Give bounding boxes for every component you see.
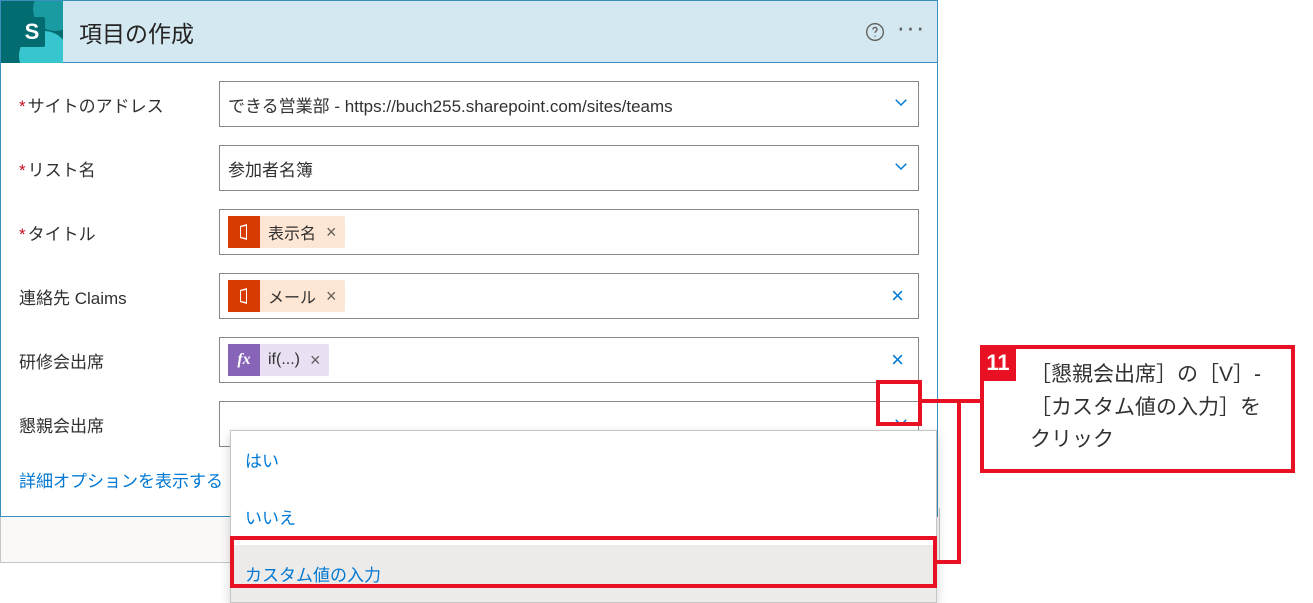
dropdown-option-yes[interactable]: はい (231, 431, 936, 488)
clear-field-icon[interactable]: × (885, 347, 910, 373)
token-expression[interactable]: fx if(...) × (228, 344, 329, 376)
label-site-address: サイトのアドレス (19, 92, 219, 117)
token-label: 表示名 (268, 220, 316, 244)
label-party: 懇親会出席 (19, 412, 219, 437)
row-title: タイトル 表示名 × (19, 209, 919, 255)
dropdown-option-custom[interactable]: カスタム値の入力 (231, 545, 936, 602)
office-icon (228, 280, 260, 312)
token-display-name[interactable]: 表示名 × (228, 216, 345, 248)
row-contact-claims: 連絡先 Claims メール × × (19, 273, 919, 319)
sharepoint-logo-icon: S (1, 1, 63, 63)
title-input[interactable]: 表示名 × (219, 209, 919, 255)
label-title: タイトル (19, 220, 219, 245)
row-site-address: サイトのアドレス できる営業部 - https://buch255.sharep… (19, 81, 919, 127)
list-name-value: 参加者名簿 (228, 156, 313, 181)
token-remove-icon[interactable]: × (326, 222, 337, 243)
dropdown-option-no[interactable]: いいえ (231, 488, 936, 545)
label-contact: 連絡先 Claims (19, 284, 219, 309)
row-training: 研修会出席 fx if(...) × × (19, 337, 919, 383)
more-menu-icon[interactable]: ··· (893, 14, 929, 50)
annotation-connector (922, 399, 980, 403)
card-title: 項目の作成 (79, 15, 857, 49)
callout-text: ［懇親会出席］の［V］-［カスタム値の入力］をクリック (1030, 359, 1277, 457)
token-label: メール (268, 284, 316, 308)
list-name-select[interactable]: 参加者名簿 (219, 145, 919, 191)
contact-input[interactable]: メール × × (219, 273, 919, 319)
office-icon (228, 216, 260, 248)
clear-field-icon[interactable]: × (885, 283, 910, 309)
token-remove-icon[interactable]: × (310, 350, 321, 371)
card-header[interactable]: S 項目の作成 ··· (1, 1, 937, 63)
row-list-name: リスト名 参加者名簿 (19, 145, 919, 191)
token-mail[interactable]: メール × (228, 280, 345, 312)
site-address-select[interactable]: できる営業部 - https://buch255.sharepoint.com/… (219, 81, 919, 127)
chevron-down-icon[interactable] (892, 93, 910, 116)
party-dropdown-list: はい いいえ カスタム値の入力 (230, 430, 937, 603)
label-list-name: リスト名 (19, 156, 219, 181)
token-label: if(...) (268, 351, 300, 369)
fx-icon: fx (228, 344, 260, 376)
label-training: 研修会出席 (19, 348, 219, 373)
annotation-connector (957, 399, 961, 564)
instruction-callout: 11 ［懇親会出席］の［V］-［カスタム値の入力］をクリック (980, 345, 1295, 473)
callout-number: 11 (980, 345, 1016, 381)
token-remove-icon[interactable]: × (326, 286, 337, 307)
training-input[interactable]: fx if(...) × × (219, 337, 919, 383)
help-icon[interactable] (857, 14, 893, 50)
chevron-down-icon[interactable] (892, 157, 910, 180)
site-address-value: できる営業部 - https://buch255.sharepoint.com/… (228, 92, 673, 117)
